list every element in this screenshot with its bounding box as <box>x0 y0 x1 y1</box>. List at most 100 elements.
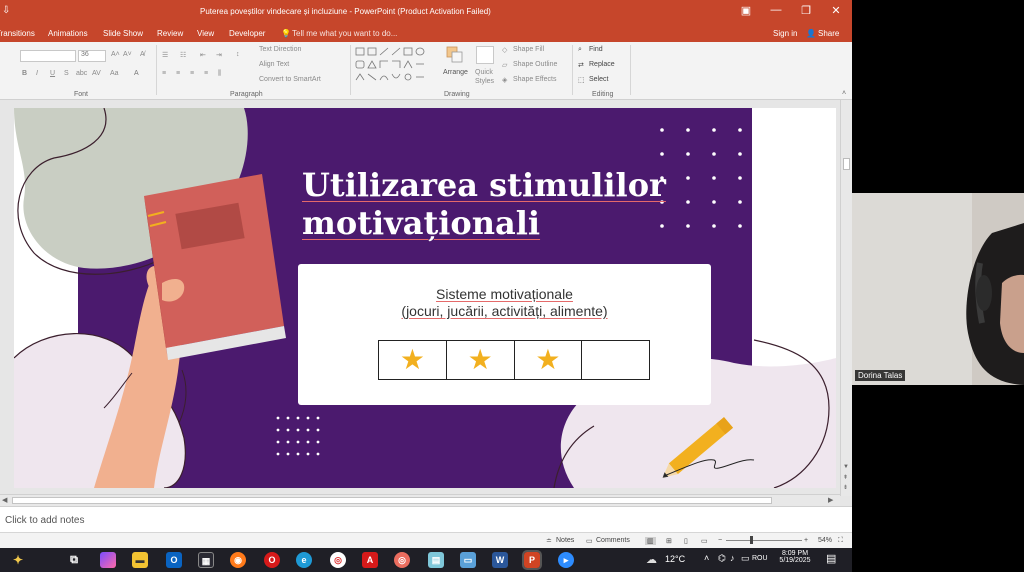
firefox-icon[interactable]: ◉ <box>230 552 246 568</box>
notifications-icon[interactable]: ▤ <box>826 552 836 565</box>
numbering-icon[interactable]: ☷ <box>180 51 186 59</box>
horizontal-scrollbar[interactable]: ◀ ▶ <box>0 494 840 506</box>
align-text-button[interactable]: Align Text <box>259 61 289 68</box>
task-view-icon[interactable]: ⧉ <box>66 552 82 568</box>
next-slide-icon[interactable]: ⇟ <box>843 484 848 491</box>
slide-sorter-icon[interactable]: ⊞ <box>666 537 672 545</box>
columns-icon[interactable]: ⫼ <box>218 70 221 78</box>
powerpoint-icon[interactable]: P <box>522 550 542 570</box>
copilot-sparkle-icon[interactable]: ✦ <box>10 552 26 568</box>
restore-button[interactable]: ❐ <box>794 4 818 22</box>
input-language[interactable]: ROU <box>752 555 768 562</box>
show-hidden-icons[interactable]: ˄ <box>704 553 709 563</box>
text-direction-button[interactable]: Text Direction <box>259 46 301 53</box>
shrink-font-icon[interactable]: A˅ <box>123 51 132 58</box>
increase-indent-icon[interactable]: ⇥ <box>216 51 222 59</box>
acrobat-icon[interactable]: A <box>362 552 378 568</box>
file-explorer-icon[interactable]: ▬ <box>132 552 148 568</box>
italic-icon[interactable]: I <box>36 70 38 77</box>
quick-styles-button[interactable]: Quick Styles <box>475 68 497 86</box>
scroll-thumb[interactable] <box>843 158 850 170</box>
reading-view-icon[interactable]: ▯ <box>684 537 688 545</box>
collapse-ribbon-icon[interactable]: ˄ <box>842 90 846 97</box>
prev-slide-icon[interactable]: ⇞ <box>843 474 848 481</box>
shape-effects-button[interactable]: Shape Effects <box>513 76 556 83</box>
notes-pane[interactable]: Click to add notes <box>0 506 852 532</box>
network-icon[interactable]: ⌬ <box>718 553 726 564</box>
find-button[interactable]: Find <box>589 46 603 53</box>
replace-button[interactable]: Replace <box>589 61 615 68</box>
minimize-button[interactable]: — <box>764 4 788 22</box>
slide-title[interactable]: Utilizarea stimulilor motivaționali <box>302 166 682 242</box>
tab-view[interactable]: View <box>197 29 214 38</box>
align-center-icon[interactable]: ≡ <box>176 70 180 77</box>
arrange-icon[interactable] <box>446 46 464 64</box>
edge-icon[interactable]: e <box>296 552 312 568</box>
photos-icon[interactable]: ▭ <box>460 552 476 568</box>
tab-review[interactable]: Review <box>157 29 183 38</box>
word-icon[interactable]: W <box>492 552 508 568</box>
tab-transitions[interactable]: Transitions <box>0 29 35 38</box>
copilot-app-icon[interactable] <box>100 552 116 568</box>
arrange-button[interactable]: Arrange <box>443 69 468 76</box>
zoom-out-icon[interactable]: − <box>718 537 722 544</box>
zoom-app-icon[interactable]: ▸ <box>558 552 574 568</box>
fit-slide-icon[interactable]: ⛶ <box>838 537 843 545</box>
ribbon-display-icon[interactable]: ▣ <box>734 4 758 22</box>
zoom-slider[interactable] <box>726 540 802 541</box>
font-name-input[interactable] <box>20 50 76 62</box>
quick-styles-icon[interactable] <box>476 46 494 64</box>
justify-icon[interactable]: ≡ <box>204 70 208 77</box>
notes-toggle[interactable]: Notes <box>556 537 574 544</box>
select-button[interactable]: Select <box>589 76 608 83</box>
notes-placeholder[interactable]: Click to add notes <box>5 515 85 526</box>
convert-smartart-button[interactable]: Convert to SmartArt <box>259 76 321 83</box>
weather-temperature[interactable]: 12°C <box>665 554 685 564</box>
tab-animations[interactable]: Animations <box>48 29 88 38</box>
char-spacing-icon[interactable]: AV <box>92 70 101 77</box>
app-icon[interactable]: ▤ <box>428 552 444 568</box>
align-right-icon[interactable]: ≡ <box>190 70 194 77</box>
align-left-icon[interactable]: ≡ <box>162 70 166 77</box>
strikethrough-icon[interactable]: abc <box>76 70 87 77</box>
scroll-left-icon[interactable]: ◀ <box>2 496 7 504</box>
battery-icon[interactable]: ▭ <box>741 553 750 564</box>
tab-slide-show[interactable]: Slide Show <box>103 29 143 38</box>
vertical-scrollbar[interactable]: ▼ ⇞ ⇟ <box>840 100 852 496</box>
content-card[interactable]: Sisteme motivaționale (jocuri, jucării, … <box>298 264 711 405</box>
shapes-gallery[interactable] <box>354 46 438 86</box>
slide-canvas[interactable]: Utilizarea stimulilor motivaționali Sist… <box>14 108 836 488</box>
zoom-in-icon[interactable]: + <box>804 537 808 544</box>
normal-view-icon[interactable]: ▥ <box>645 537 656 545</box>
close-button[interactable]: ✕ <box>824 4 848 22</box>
volume-icon[interactable]: ♪ <box>730 553 735 563</box>
shadow-icon[interactable]: S <box>64 70 69 77</box>
clear-format-icon[interactable]: A̸ <box>140 51 145 58</box>
decrease-indent-icon[interactable]: ⇤ <box>200 51 206 59</box>
shape-outline-button[interactable]: Shape Outline <box>513 61 557 68</box>
sign-in-link[interactable]: Sign in <box>773 29 797 38</box>
store-icon[interactable]: ▦ <box>198 552 214 568</box>
opera-icon[interactable]: O <box>264 552 280 568</box>
zoom-slider-thumb[interactable] <box>750 536 753 544</box>
bullets-icon[interactable]: ☰ <box>162 51 168 59</box>
underline-icon[interactable]: U <box>50 70 55 77</box>
tab-developer[interactable]: Developer <box>229 29 265 38</box>
slideshow-icon[interactable]: ▭ <box>701 537 708 545</box>
font-size-input[interactable]: 36 <box>78 50 106 62</box>
zoom-level[interactable]: 54% <box>818 537 832 544</box>
quick-access-icon[interactable]: ⇩ <box>2 5 10 16</box>
shape-fill-button[interactable]: Shape Fill <box>513 46 544 53</box>
chrome-icon[interactable]: ◎ <box>330 552 346 568</box>
scroll-right-icon[interactable]: ▶ <box>828 496 833 504</box>
change-case-icon[interactable]: Aa <box>110 70 119 77</box>
share-button[interactable]: Share <box>818 29 839 38</box>
line-spacing-icon[interactable]: ↕ <box>236 51 240 58</box>
bold-icon[interactable]: B <box>22 70 27 77</box>
scroll-down-icon[interactable]: ▼ <box>843 464 849 470</box>
font-color-icon[interactable]: A <box>134 70 139 77</box>
grow-font-icon[interactable]: A˄ <box>111 51 120 58</box>
comments-toggle[interactable]: Comments <box>596 537 630 544</box>
clock[interactable]: 8:09 PM 5/19/2025 <box>778 550 812 564</box>
tell-me-box[interactable]: Tell me what you want to do... <box>292 29 397 38</box>
